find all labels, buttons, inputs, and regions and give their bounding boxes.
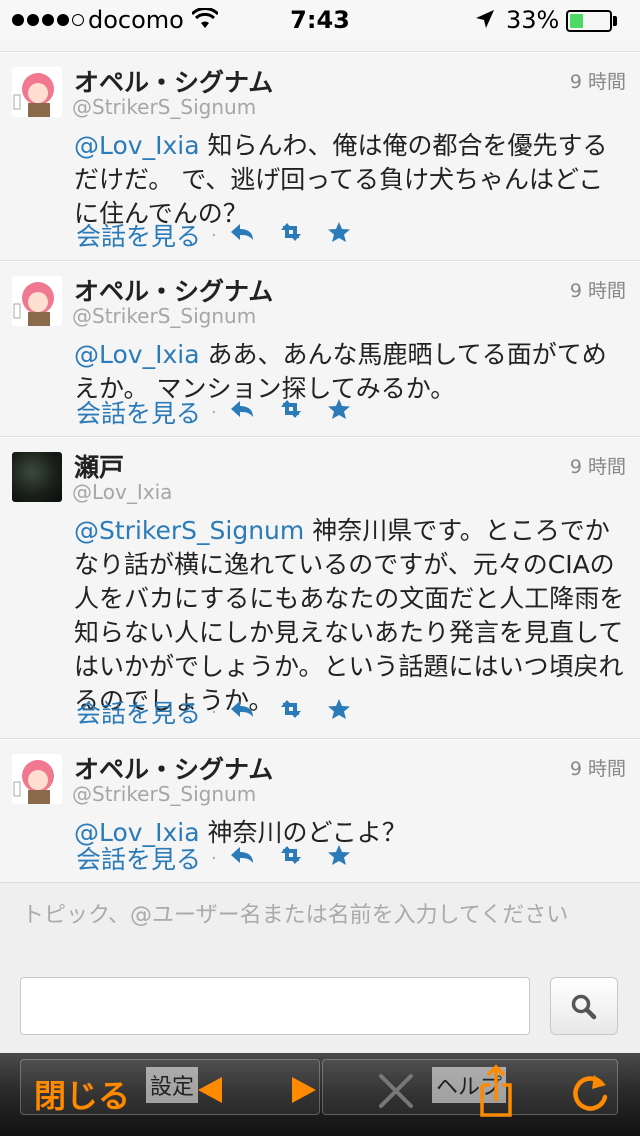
view-conversation-link[interactable]: 会話を見る: [76, 694, 201, 730]
tweet-item[interactable]: オペル・シグナム @StrikerS_Signum 9 時間 @Lov_Ixia…: [0, 739, 640, 883]
search-button[interactable]: [550, 977, 618, 1035]
avatar[interactable]: [12, 452, 62, 502]
retweet-icon[interactable]: [277, 699, 305, 725]
tweet-text: @Lov_Ixia 知らんわ、俺は俺の都合を優先するだけだ。 で、逃げ回ってる負…: [74, 131, 608, 228]
search-icon: [571, 994, 597, 1020]
search-panel: トピック、@ユーザー名または名前を入力してください: [0, 883, 640, 1053]
settings-button[interactable]: 設定: [146, 1067, 199, 1103]
avatar[interactable]: [12, 754, 62, 804]
tweet-timestamp: 9 時間: [569, 758, 626, 780]
tweet-timestamp: 9 時間: [569, 280, 626, 302]
status-bar: docomo 7:43 33%: [0, 0, 640, 40]
tweet-author-name[interactable]: オペル・シグナム: [74, 63, 273, 99]
mention-link[interactable]: @Lov_Ixia: [74, 131, 200, 160]
tweet-author-handle[interactable]: @StrikerS_Signum: [72, 304, 256, 328]
view-conversation-link[interactable]: 会話を見る: [76, 217, 201, 253]
tweet-timeline[interactable]: オペル・シグナム @StrikerS_Signum 9 時間 @Lov_Ixia…: [0, 40, 640, 883]
tweet-text: @StrikerS_Signum 神奈川県です。ところでかなり話が横に逸れている…: [74, 516, 625, 715]
reply-icon[interactable]: [229, 845, 255, 871]
search-hint: トピック、@ユーザー名または名前を入力してください: [22, 903, 569, 928]
tweet-item[interactable]: オペル・シグナム @StrikerS_Signum 9 時間 @Lov_Ixia…: [0, 261, 640, 437]
close-button[interactable]: 閉じる: [34, 1071, 130, 1117]
tweet-timestamp: 9 時間: [569, 456, 626, 478]
favorite-star-icon[interactable]: [327, 221, 351, 249]
retweet-icon[interactable]: [277, 845, 305, 871]
bottom-toolbar: 閉じる 設定 ヘルプ: [0, 1053, 640, 1136]
search-input[interactable]: [20, 977, 530, 1035]
location-arrow-icon: [474, 8, 496, 36]
tweet-author-name[interactable]: オペル・シグナム: [74, 272, 273, 308]
reload-icon[interactable]: [570, 1071, 612, 1117]
avatar[interactable]: [12, 67, 62, 117]
retweet-icon[interactable]: [277, 399, 305, 425]
mention-link[interactable]: @Lov_Ixia: [74, 340, 200, 369]
battery-icon: [566, 10, 612, 32]
tweet-author-name[interactable]: オペル・シグナム: [74, 750, 273, 786]
view-conversation-link[interactable]: 会話を見る: [76, 840, 201, 876]
reply-icon[interactable]: [229, 222, 255, 248]
view-conversation-link[interactable]: 会話を見る: [76, 394, 201, 430]
avatar[interactable]: [12, 276, 62, 326]
reply-icon[interactable]: [229, 399, 255, 425]
favorite-star-icon[interactable]: [327, 698, 351, 726]
tweet-author-name[interactable]: 瀬戸: [74, 448, 124, 484]
mention-link[interactable]: @StrikerS_Signum: [74, 516, 304, 545]
favorite-star-icon[interactable]: [327, 844, 351, 872]
forward-arrow-icon[interactable]: [290, 1075, 318, 1109]
tweet-item[interactable]: オペル・シグナム @StrikerS_Signum 9 時間 @Lov_Ixia…: [0, 52, 640, 261]
tweet-author-handle[interactable]: @StrikerS_Signum: [72, 782, 256, 806]
tweet-timestamp: 9 時間: [569, 71, 626, 93]
tweet-item[interactable]: 瀬戸 @Lov_Ixia 9 時間 @StrikerS_Signum 神奈川県で…: [0, 437, 640, 739]
tweet-author-handle[interactable]: @StrikerS_Signum: [72, 95, 256, 119]
stop-x-icon[interactable]: [378, 1073, 414, 1113]
battery-percent: 33%: [506, 6, 560, 34]
tweet-author-handle[interactable]: @Lov_Ixia: [72, 480, 172, 504]
retweet-icon[interactable]: [277, 222, 305, 248]
back-arrow-icon[interactable]: [196, 1075, 224, 1109]
favorite-star-icon[interactable]: [327, 398, 351, 426]
share-icon[interactable]: [478, 1063, 514, 1123]
reply-icon[interactable]: [229, 699, 255, 725]
